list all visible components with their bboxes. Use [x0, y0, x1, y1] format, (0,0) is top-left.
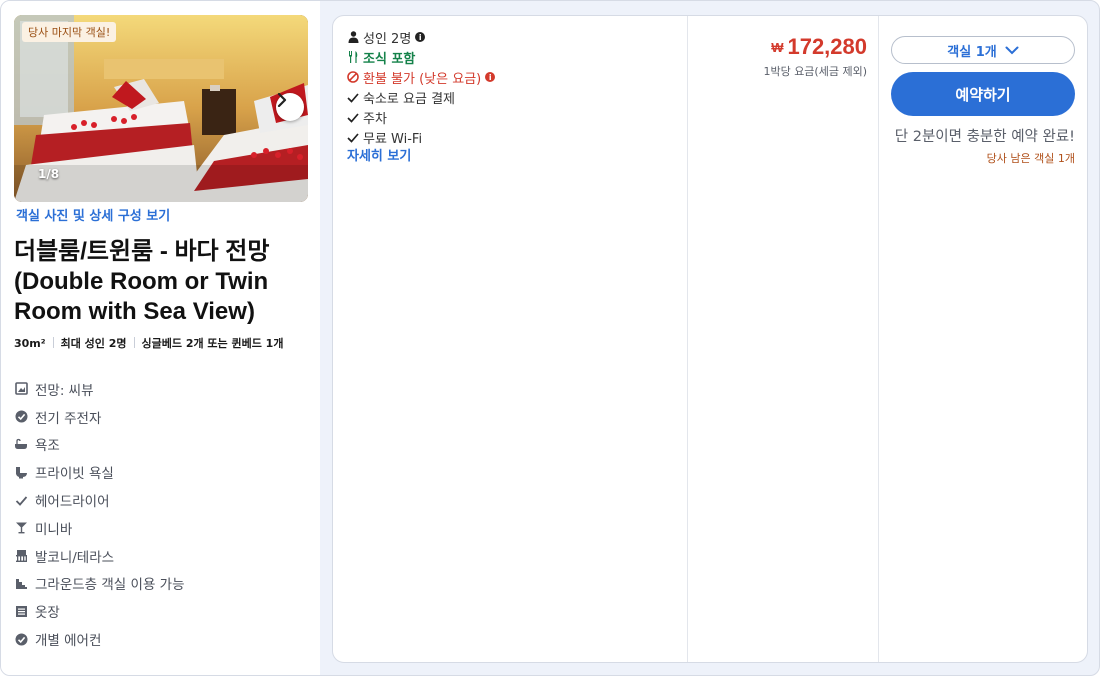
more-details-link[interactable]: 자세히 보기 — [347, 145, 411, 164]
room-photos-link[interactable]: 객실 사진 및 상세 구성 보기 — [16, 205, 170, 224]
amenity-label: 그라운드층 객실 이용 가능 — [35, 577, 185, 594]
amenity-label: 개별 에어컨 — [35, 633, 102, 650]
room-count-select[interactable]: 객실 1개 — [891, 36, 1075, 64]
info-icon[interactable]: i — [415, 32, 426, 42]
check-icon — [346, 112, 360, 123]
room-card: 당사 마지막 객실! 1/8 객실 사진 및 상세 구성 보기 더블룸/트윈룸 … — [0, 0, 1100, 676]
amenity-label: 전기 주전자 — [35, 410, 102, 427]
amenity-item: 발코니/테라스 — [14, 542, 185, 570]
rooms-left-note: 당사 남은 객실 1개 — [986, 152, 1075, 165]
benefit-item: 성인 2명 i — [346, 27, 495, 47]
amenity-item: 전망: 씨뷰 — [14, 375, 185, 403]
room-count-value: 객실 1개 — [947, 44, 997, 60]
benefit-item: 숙소로 요금 결제 — [346, 87, 495, 107]
room-photo[interactable]: 당사 마지막 객실! 1/8 — [14, 15, 308, 202]
amenity-label: 미니바 — [35, 521, 73, 538]
no-refund-icon — [346, 71, 360, 83]
utensils-icon — [346, 51, 360, 63]
view-icon — [14, 382, 28, 396]
amenity-item: 헤어드라이어 — [14, 486, 185, 514]
check-icon — [346, 92, 360, 103]
benefit-item: 무료 Wi-Fi — [346, 127, 495, 147]
balcony-icon — [14, 549, 28, 563]
aircon-icon — [14, 632, 28, 646]
currency-symbol: ₩ — [771, 40, 784, 55]
amenity-item: 프라이빗 욕실 — [14, 458, 185, 486]
column-divider — [687, 16, 688, 662]
benefit-label: 성인 2명 — [363, 31, 412, 47]
spec-divider — [52, 337, 54, 348]
amenity-label: 욕조 — [35, 438, 60, 455]
person-icon — [346, 31, 360, 43]
room-info-column: 당사 마지막 객실! 1/8 객실 사진 및 상세 구성 보기 더블룸/트윈룸 … — [1, 1, 320, 675]
amenity-item: 옷장 — [14, 597, 185, 625]
room-specs: 30m² 최대 성인 2명 싱글베드 2개 또는 퀸베드 1개 — [14, 335, 304, 353]
chevron-down-icon — [1005, 46, 1019, 54]
benefit-item: 환불 불가 (낮은 요금) i — [346, 67, 496, 87]
last-room-badge: 당사 마지막 객실! — [22, 22, 117, 42]
chevron-right-icon — [277, 93, 287, 107]
room-capacity: 최대 성인 2명 — [60, 337, 127, 350]
booking-column: 객실 1개 예약하기 단 2분이면 충분한 예약 완료! 당사 남은 객실 1개 — [891, 36, 1075, 166]
offer-benefits: 성인 2명 i 조식 포함 환불 불가 (낮은 요금) i 숙소로 요금 결제 … — [346, 27, 496, 147]
price-block: ₩172,280 1박당 요금(세금 제외) — [689, 34, 867, 79]
benefit-label: 무료 Wi-Fi — [363, 131, 423, 147]
room-title: 더블룸/트윈룸 - 바다 전망 (Double Room or Twin Roo… — [14, 238, 270, 325]
amenity-item: 욕조 — [14, 431, 185, 459]
check-icon — [346, 132, 360, 143]
amenity-item: 그라운드층 객실 이용 가능 — [14, 570, 185, 598]
spec-divider — [133, 337, 135, 348]
amenity-item: 전기 주전자 — [14, 403, 185, 431]
room-size: 30m² — [14, 337, 46, 350]
check-icon — [14, 493, 28, 507]
cocktail-icon — [14, 521, 28, 535]
amenity-label: 발코니/테라스 — [35, 549, 115, 566]
room-beds: 싱글베드 2개 또는 퀸베드 1개 — [141, 337, 284, 350]
benefit-label: 환불 불가 (낮은 요금) — [363, 71, 482, 87]
stairs-icon — [14, 576, 28, 590]
fast-booking-note: 단 2분이면 충분한 예약 완료! — [894, 129, 1075, 145]
toilet-icon — [14, 465, 28, 479]
wardrobe-icon — [14, 604, 28, 618]
benefit-label: 주차 — [363, 111, 387, 127]
info-icon[interactable]: i — [485, 72, 496, 82]
benefit-label: 조식 포함 — [363, 51, 416, 67]
bathtub-icon — [14, 437, 28, 451]
amenity-label: 프라이빗 욕실 — [35, 466, 114, 483]
amenity-label: 옷장 — [35, 605, 60, 622]
amenity-list: 전망: 씨뷰 전기 주전자 욕조 프라이빗 욕실 헤어드라이어 미니바 발코니/… — [14, 375, 185, 653]
amenity-label: 전망: 씨뷰 — [35, 382, 94, 399]
column-divider — [878, 16, 879, 662]
next-photo-button[interactable] — [276, 93, 304, 121]
price-amount: 172,280 — [787, 34, 867, 59]
amenity-item: 개별 에어컨 — [14, 625, 185, 653]
benefit-label: 숙소로 요금 결제 — [363, 91, 455, 107]
amenity-item: 미니바 — [14, 514, 185, 542]
price-note: 1박당 요금(세금 제외) — [763, 65, 867, 78]
benefit-item: 조식 포함 — [346, 47, 495, 67]
offer-panel: 성인 2명 i 조식 포함 환불 불가 (낮은 요금) i 숙소로 요금 결제 … — [332, 15, 1088, 663]
price: ₩172,280 — [689, 34, 867, 60]
benefit-item: 주차 — [346, 107, 495, 127]
amenity-label: 헤어드라이어 — [35, 494, 110, 511]
kettle-icon — [14, 410, 28, 424]
book-button[interactable]: 예약하기 — [891, 72, 1075, 116]
photo-counter: 1/8 — [38, 167, 60, 181]
